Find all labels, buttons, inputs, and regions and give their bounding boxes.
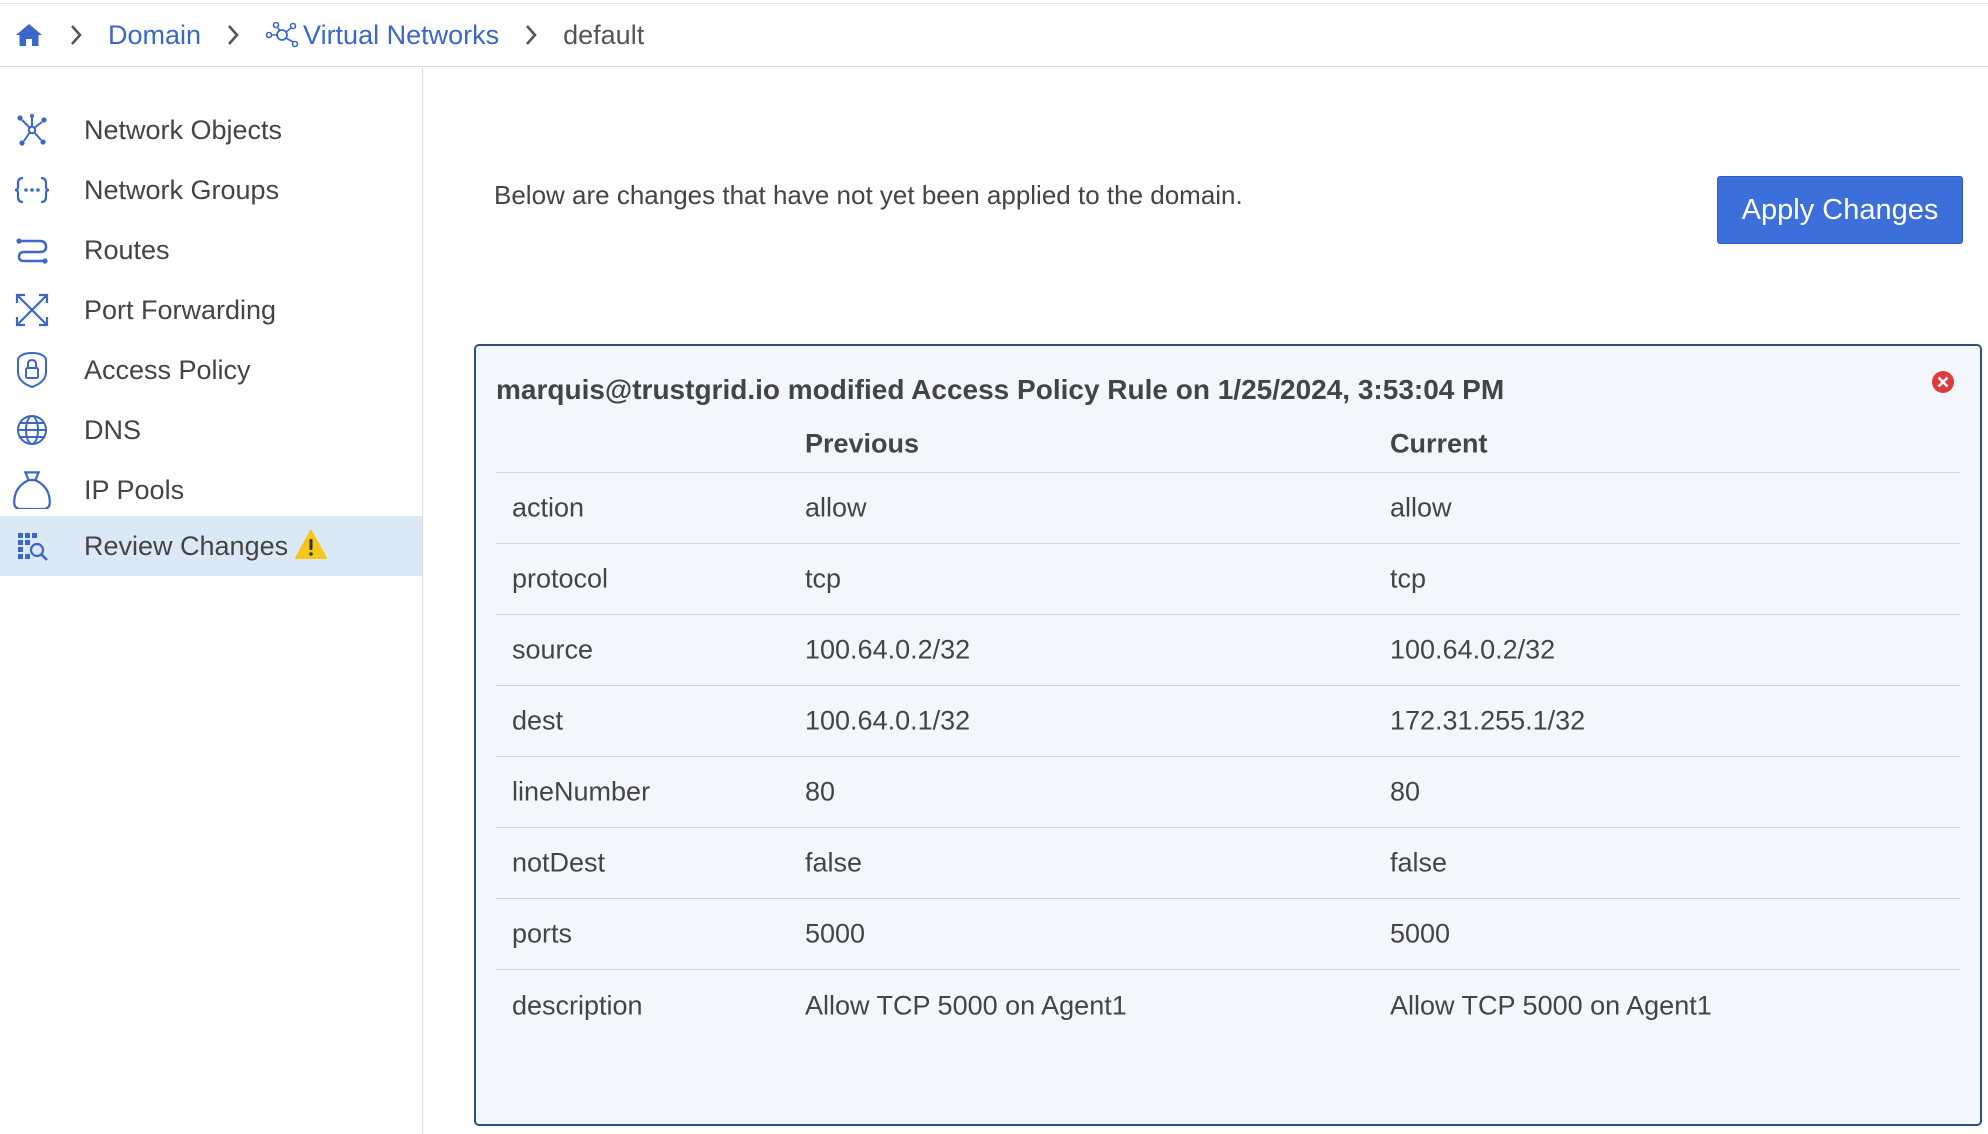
sidebar-item-dns[interactable]: DNS	[0, 400, 422, 460]
change-card: marquis@trustgrid.io modified Access Pol…	[474, 344, 1982, 1126]
previous-value: allow	[805, 492, 867, 523]
diff-table: Previous Current action allow allow prot…	[496, 416, 1960, 1041]
home-icon[interactable]	[14, 22, 44, 48]
sidebar-item-label: DNS	[84, 414, 142, 445]
sidebar-item-routes[interactable]: Routes	[0, 220, 422, 280]
previous-value: 100.64.0.1/32	[805, 705, 971, 736]
sidebar-item-label: Routes	[84, 234, 170, 265]
network-groups-icon	[14, 176, 50, 204]
table-row: source 100.64.0.2/32 100.64.0.2/32	[496, 615, 1960, 686]
table-row: ports 5000 5000	[496, 899, 1960, 970]
breadcrumb-current: default	[563, 19, 645, 50]
current-value: tcp	[1390, 563, 1427, 594]
table-row: protocol tcp tcp	[496, 544, 1960, 615]
sidebar-item-port-forwarding[interactable]: Port Forwarding	[0, 280, 422, 340]
current-value: Allow TCP 5000 on Agent1	[1390, 990, 1712, 1020]
table-row: dest 100.64.0.1/32 172.31.255.1/32	[496, 686, 1960, 757]
sidebar-item-access-policy[interactable]: Access Policy	[0, 340, 422, 400]
current-value: false	[1390, 847, 1448, 878]
field-name: protocol	[512, 563, 609, 594]
close-icon[interactable]	[1931, 370, 1955, 394]
table-row: action allow allow	[496, 473, 1960, 544]
ip-pools-bag-icon	[13, 471, 51, 509]
field-name: notDest	[512, 847, 606, 878]
sidebar-item-network-groups[interactable]: Network Groups	[0, 160, 422, 220]
previous-value: tcp	[805, 563, 842, 594]
column-header-current: Current	[1390, 428, 1488, 459]
warning-icon	[295, 530, 327, 559]
globe-icon	[17, 415, 47, 445]
breadcrumb-virtual-networks-label: Virtual Networks	[303, 19, 500, 50]
field-name: action	[512, 492, 585, 523]
previous-value: 100.64.0.2/32	[805, 634, 971, 665]
previous-value: 5000	[805, 918, 866, 949]
current-value: allow	[1390, 492, 1452, 523]
table-row: notDest false false	[496, 828, 1960, 899]
sidebar-item-ip-pools[interactable]: IP Pools	[0, 460, 422, 520]
sidebar-item-label: Port Forwarding	[84, 294, 277, 325]
chevron-right-icon	[201, 24, 265, 46]
breadcrumb: Domain Virtual Networks default	[0, 3, 1988, 67]
breadcrumb-domain[interactable]: Domain	[108, 20, 201, 51]
pending-changes-notice: Below are changes that have not yet been…	[494, 180, 1243, 210]
sidebar-item-label: Network Objects	[84, 114, 283, 145]
chevron-right-icon	[499, 24, 563, 46]
previous-value: Allow TCP 5000 on Agent1	[805, 990, 1127, 1020]
chevron-right-icon	[44, 24, 108, 46]
field-name: lineNumber	[512, 776, 651, 807]
port-forwarding-icon	[15, 293, 49, 327]
sidebar: Network Objects Network Groups Routes Po…	[0, 68, 423, 1134]
virtual-network-icon	[265, 22, 299, 48]
current-value: 172.31.255.1/32	[1390, 705, 1586, 736]
sidebar-item-label: IP Pools	[84, 474, 185, 505]
change-title: marquis@trustgrid.io modified Access Pol…	[496, 374, 1505, 405]
current-value: 5000	[1390, 918, 1451, 949]
breadcrumb-virtual-networks[interactable]: Virtual Networks	[265, 20, 499, 51]
field-name: description	[512, 990, 643, 1020]
access-policy-lock-icon	[17, 352, 47, 388]
previous-value: false	[805, 847, 863, 878]
apply-changes-button[interactable]: Apply Changes	[1717, 176, 1963, 244]
previous-value: 80	[805, 776, 836, 807]
sidebar-item-label: Network Groups	[84, 174, 280, 205]
column-header-previous: Previous	[805, 428, 920, 459]
review-changes-icon	[18, 533, 48, 561]
table-row: description Allow TCP 5000 on Agent1 All…	[496, 970, 1960, 1041]
sidebar-item-label: Access Policy	[84, 354, 251, 385]
table-row: lineNumber 80 80	[496, 757, 1960, 828]
field-name: source	[512, 634, 594, 665]
sidebar-item-network-objects[interactable]: Network Objects	[0, 100, 422, 160]
field-name: ports	[512, 918, 573, 949]
sidebar-item-label: Review Changes	[84, 530, 289, 561]
field-name: dest	[512, 705, 564, 736]
routes-icon	[16, 238, 48, 264]
network-objects-icon	[17, 114, 47, 146]
current-value: 100.64.0.2/32	[1390, 634, 1556, 665]
main-content: Below are changes that have not yet been…	[424, 68, 1988, 1134]
table-header-row: Previous Current	[496, 416, 1960, 473]
current-value: 80	[1390, 776, 1421, 807]
sidebar-item-review-changes[interactable]: Review Changes	[0, 516, 422, 576]
